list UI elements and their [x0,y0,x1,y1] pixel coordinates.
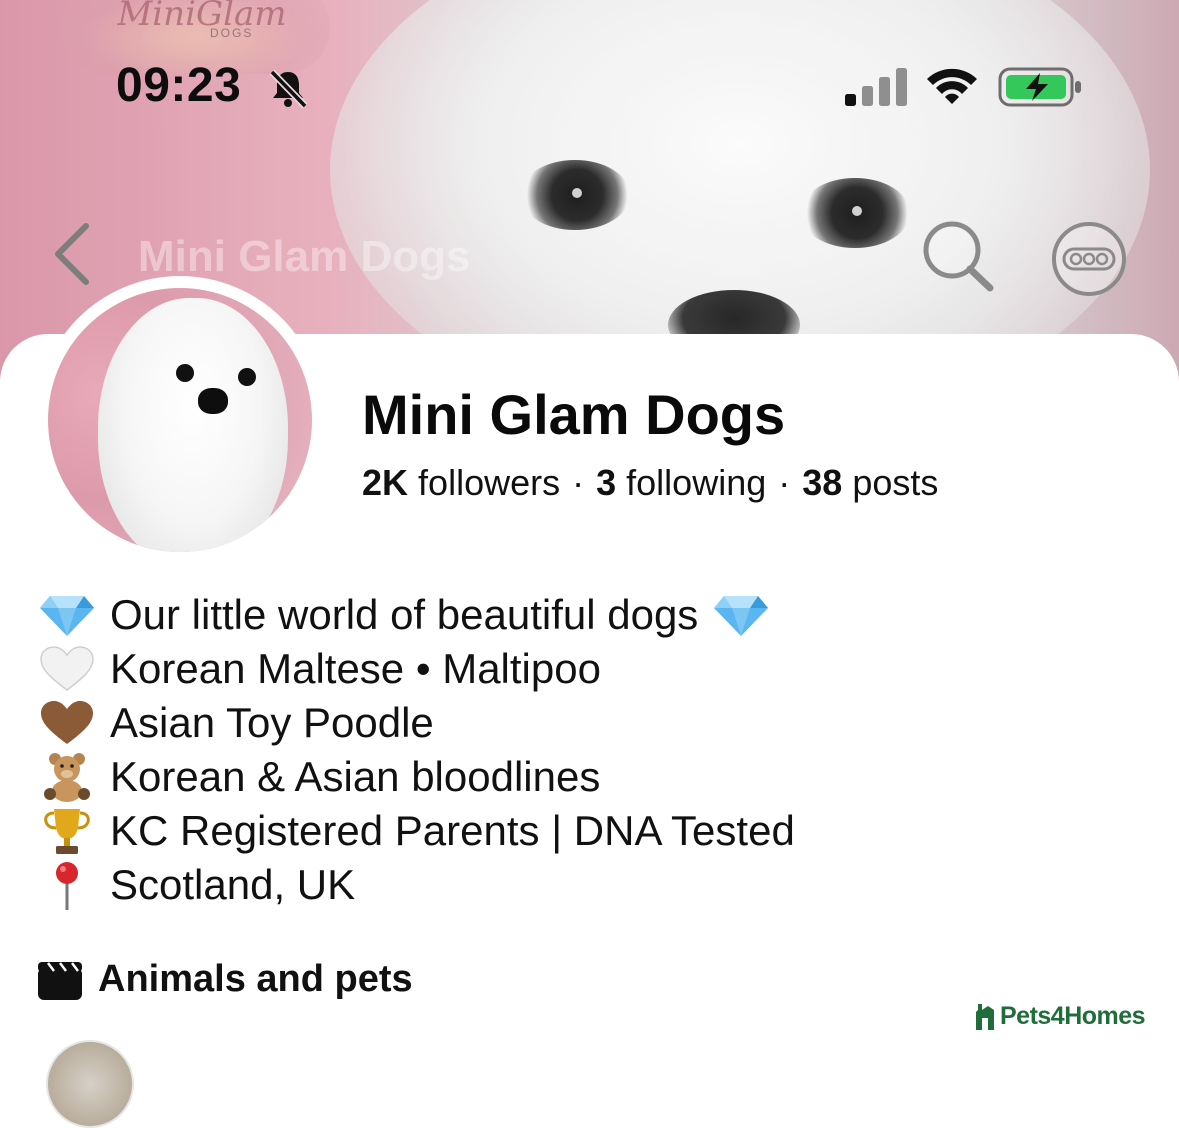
battery-charging-icon [998,67,1081,107]
bio-text: Asian Toy Poodle [110,699,434,746]
bio-line: Asian Toy Poodle [38,696,795,750]
posts-label: posts [852,462,939,503]
bio-line: Scotland, UK [38,858,795,912]
chevron-left-icon[interactable] [50,222,94,286]
following-label: following [626,462,767,503]
watermark: Pets4Homes [972,1000,1146,1032]
status-time: 09:23 [116,59,242,112]
bio-text: Korean Maltese • Maltipoo [110,645,601,692]
category-row: Animals and pets [38,958,413,1001]
posts-link[interactable]: 38 posts [802,462,938,503]
following-link[interactable]: 3 following [596,462,766,503]
category-label: Animals and pets [98,958,413,1000]
bio-line: Korean & Asian bloodlines [38,750,795,804]
profile-stats: 2K followers · 3 following · 38 posts [362,462,938,504]
avatar[interactable] [48,288,312,552]
cellular-signal-icon [845,68,907,106]
bio: Our little world of beautiful dogs Korea… [38,588,795,912]
avatar-dog-nose [198,388,228,414]
trophy-icon [44,809,90,854]
stats-separator: · [778,462,791,503]
wifi-icon [927,68,977,104]
search-icon[interactable] [918,218,998,294]
watermark-text: Pets4Homes [1000,1001,1146,1030]
nav-title: Mini Glam Dogs [138,232,471,281]
bio-text: Scotland, UK [110,861,356,908]
avatar-dog-eye-right [238,368,256,386]
post-avatar[interactable] [46,1040,134,1128]
posts-count: 38 [802,462,843,503]
bio-line: Our little world of beautiful dogs [38,588,795,642]
brown-heart-icon [41,701,93,744]
bio-text: Korean & Asian bloodlines [110,753,601,800]
round-pushpin-icon [56,862,78,910]
clapper-board-icon [38,961,82,1000]
more-icon[interactable] [1050,220,1128,298]
teddy-bear-icon [44,753,90,802]
gem-icon [40,596,94,636]
bio-line: Korean Maltese • Maltipoo [38,642,795,696]
avatar-dog-eye-left [176,364,194,382]
page-title: Mini Glam Dogs [362,383,786,446]
white-heart-icon [40,646,94,691]
bell-slash-icon [269,69,308,109]
bio-text: Our little world of beautiful dogs [110,591,699,638]
followers-link[interactable]: 2K followers [362,462,560,503]
avatar-dog-fur [98,298,288,552]
bio-text: KC Registered Parents | DNA Tested [110,807,795,854]
pets4homes-logo-icon [976,1004,994,1030]
followers-count: 2K [362,462,409,503]
bio-line: KC Registered Parents | DNA Tested [38,804,795,858]
followers-label: followers [418,462,561,503]
stats-separator: · [572,462,585,503]
following-count: 3 [596,462,617,503]
gem-icon [714,596,769,636]
